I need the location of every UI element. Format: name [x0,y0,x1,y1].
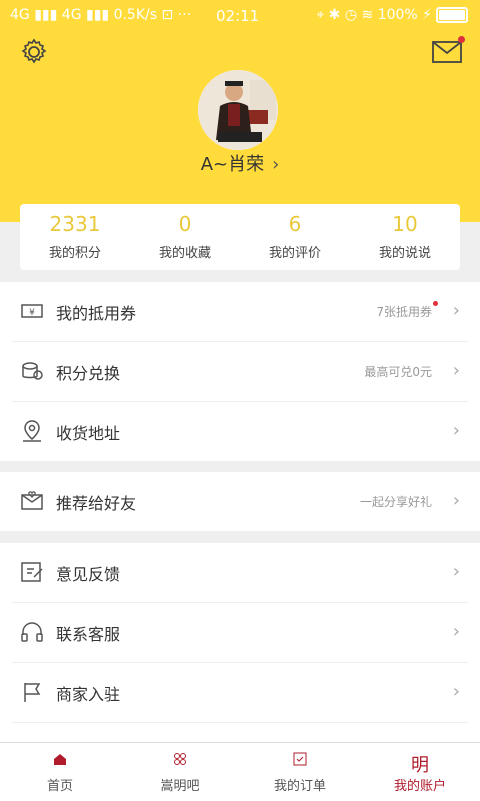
chevron-right-icon: › [272,154,280,175]
svg-text:¥: ¥ [29,308,35,318]
menu-item-partial[interactable] [12,723,468,742]
stats-card: 2331 我的积分 0 我的收藏 6 我的评价 10 我的说说 [20,204,460,270]
menu-item-address[interactable]: 收货地址 › [12,402,468,461]
tab-orders[interactable]: 我的订单 [240,743,360,801]
grid-icon [174,753,186,765]
chevron-right-icon: › [452,490,460,511]
status-bar: 4G ▮▮▮ 4G ▮▮▮ 0.5K/s ⊡ ··· 02:11 ⌖ ✱ ◷ ≋… [0,0,480,34]
menu-item-feedback[interactable]: 意见反馈 › [12,543,468,603]
edit-icon [21,562,43,582]
stat-reviews[interactable]: 6 我的评价 [240,204,350,270]
messages-button[interactable] [432,36,465,64]
stat-favorites[interactable]: 0 我的收藏 [130,204,240,270]
tab-account[interactable]: 明 我的账户 [360,743,480,801]
headset-icon [21,622,43,642]
menu-item-merchant[interactable]: 商家入驻 › [12,663,468,723]
menu-group-3: 意见反馈 › 联系客服 › 商家入驻 › [0,543,480,742]
unread-dot [458,36,465,43]
tab-songming[interactable]: 嵩明吧 [120,743,240,801]
flag-icon [24,683,41,702]
menu-item-support[interactable]: 联系客服 › [12,603,468,663]
chevron-right-icon: › [452,561,460,582]
bottom-tab-bar: 首页 嵩明吧 我的订单 明 我的账户 [0,742,480,801]
menu-item-recommend[interactable]: 推荐给好友 一起分享好礼 › [12,472,468,531]
avatar-photo [198,70,278,150]
menu-group-1: ¥ 我的抵用券 7张抵用券 › 积分兑换 最高可兑0元 › 收货地址 › [0,282,480,461]
status-right: ⌖ ✱ ◷ ≋ 100% ⚡ [316,7,468,23]
settings-gear-icon[interactable] [20,38,48,66]
coins-icon [22,362,43,380]
chevron-right-icon: › [452,360,460,381]
chevron-right-icon: › [452,681,460,702]
menu-item-vouchers[interactable]: ¥ 我的抵用券 7张抵用券 › [12,282,468,342]
avatar[interactable] [198,70,278,150]
menu-group-2: 推荐给好友 一起分享好礼 › [0,472,480,531]
gift-mail-icon [21,491,43,510]
stat-points[interactable]: 2331 我的积分 [20,204,130,270]
chevron-right-icon: › [452,420,460,441]
menu-item-points-exchange[interactable]: 积分兑换 最高可兑0元 › [12,342,468,402]
location-icon [23,420,41,442]
chevron-right-icon: › [452,300,460,321]
order-icon [293,752,307,766]
voucher-icon: ¥ [21,304,43,318]
home-icon [54,754,66,765]
username[interactable]: A~肖荣 › [0,150,480,176]
tab-home[interactable]: 首页 [0,743,120,801]
status-time: 02:11 [216,7,260,25]
chevron-right-icon: › [452,621,460,642]
mail-icon [432,41,462,63]
account-logo-icon: 明 [411,755,429,776]
status-left: 4G ▮▮▮ 4G ▮▮▮ 0.5K/s ⊡ ··· [10,7,192,23]
stat-posts[interactable]: 10 我的说说 [350,204,460,270]
